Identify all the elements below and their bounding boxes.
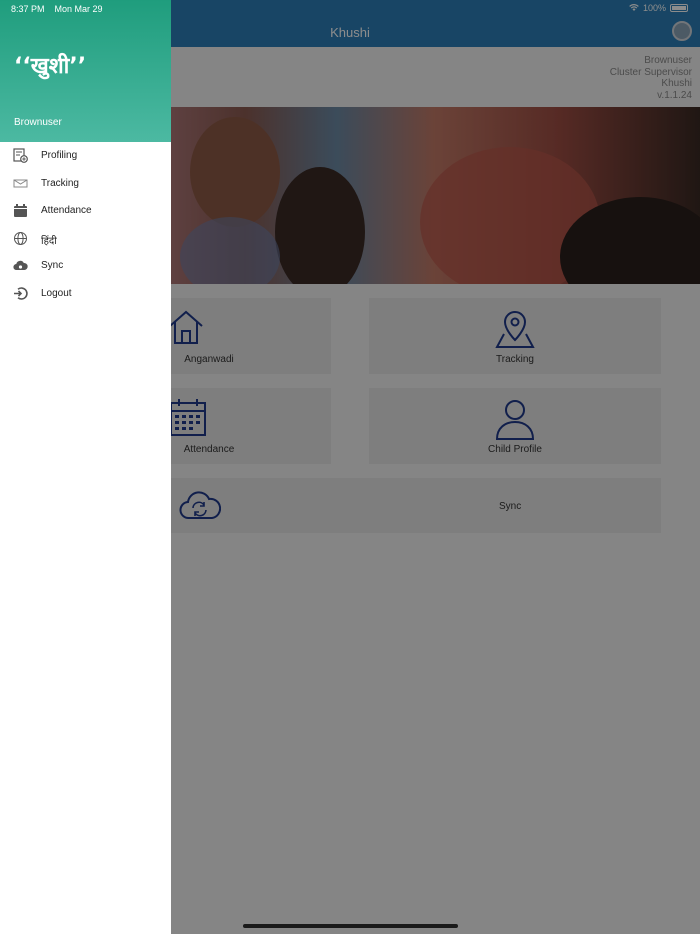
menu-item-label: Tracking xyxy=(41,177,79,189)
tracking-icon xyxy=(13,179,28,187)
drawer-status: 8:37 PM Mon Mar 29 xyxy=(11,4,103,14)
cloud-icon xyxy=(13,260,28,271)
menu-item-label: Sync xyxy=(41,260,64,271)
home-indicator[interactable] xyxy=(243,924,458,928)
profiling-icon xyxy=(13,148,28,163)
drawer-status-time: 8:37 PM xyxy=(11,4,45,14)
menu-item-tracking[interactable]: Tracking xyxy=(0,170,171,198)
menu-item-label: हिंदी xyxy=(41,235,57,247)
drawer-status-date: Mon Mar 29 xyxy=(54,4,103,14)
drawer-header: 8:37 PM Mon Mar 29 ‘‘खुशी’’ Brownuser xyxy=(0,0,171,142)
drawer-menu: Profiling Tracking Attendance हिंदी Sync… xyxy=(0,142,171,307)
navigation-drawer: 8:37 PM Mon Mar 29 ‘‘खुशी’’ Brownuser Pro… xyxy=(0,0,171,934)
attendance-icon xyxy=(14,204,27,217)
globe-icon xyxy=(14,231,27,245)
menu-item-label: Profiling xyxy=(41,150,78,161)
menu-item-logout[interactable]: Logout xyxy=(0,280,171,308)
menu-item-profiling[interactable]: Profiling xyxy=(0,142,171,170)
drawer-username: Brownuser xyxy=(14,117,62,128)
logout-icon xyxy=(14,286,28,300)
menu-item-label: Attendance xyxy=(41,205,92,216)
app-logo: ‘‘खुशी’’ xyxy=(14,54,87,79)
menu-item-label: Logout xyxy=(41,287,72,299)
menu-item-language[interactable]: हिंदी xyxy=(0,225,171,253)
menu-item-attendance[interactable]: Attendance xyxy=(0,197,171,225)
menu-item-sync[interactable]: Sync xyxy=(0,252,171,280)
